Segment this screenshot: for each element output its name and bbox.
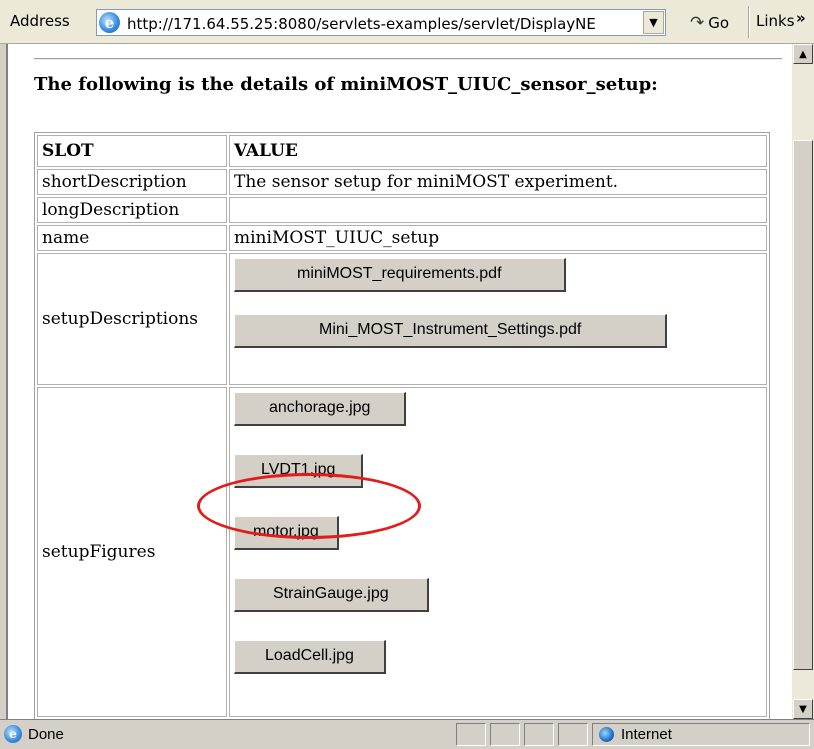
status-pane xyxy=(456,723,486,746)
address-url[interactable]: http://171.64.55.25:8080/servlets-exampl… xyxy=(127,15,627,33)
anchorage-jpg-button[interactable]: anchorage.jpg xyxy=(234,392,407,426)
zone-pane: Internet xyxy=(592,723,810,746)
go-label: Go xyxy=(708,13,730,32)
value-cell: The sensor setup for miniMOST experiment… xyxy=(229,169,767,195)
value-cell: miniMOST_requirements.pdf Mini_MOST_Inst… xyxy=(229,253,767,385)
ie-page-icon: e xyxy=(99,12,120,33)
status-pane xyxy=(558,723,588,746)
toolbar-separator xyxy=(748,6,750,38)
value-cell xyxy=(229,197,767,223)
scroll-down-icon[interactable]: ▼ xyxy=(793,699,813,719)
requirements-pdf-button[interactable]: miniMOST_requirements.pdf xyxy=(234,258,566,292)
table-row: setupDescriptions miniMOST_requirements.… xyxy=(37,253,767,385)
status-pane xyxy=(490,723,520,746)
table-row: name miniMOST_UIUC_setup xyxy=(37,225,767,251)
page-heading: The following is the details of miniMOST… xyxy=(34,74,658,95)
globe-icon xyxy=(599,727,614,742)
details-table: SLOT VALUE shortDescription The sensor s… xyxy=(34,132,770,719)
chevron-down-icon[interactable]: ▼ xyxy=(643,11,664,34)
status-pane xyxy=(524,723,554,746)
vertical-scrollbar[interactable]: ▲ ▼ xyxy=(792,44,814,719)
links-chevron-icon[interactable]: » xyxy=(796,9,806,27)
go-arrow-icon: ↷ xyxy=(690,12,705,33)
scroll-up-icon[interactable]: ▲ xyxy=(793,44,813,64)
table-header-row: SLOT VALUE xyxy=(37,135,767,167)
page-content: The following is the details of miniMOST… xyxy=(6,44,792,719)
slot-cell: setupDescriptions xyxy=(37,253,227,385)
zone-text: Internet xyxy=(621,726,672,743)
slot-header: SLOT xyxy=(37,135,227,167)
table-row: shortDescription The sensor setup for mi… xyxy=(37,169,767,195)
table-row: setupFigures anchorage.jpg LVDT1.jpg mot… xyxy=(37,387,767,717)
ie-page-icon: e xyxy=(4,725,22,743)
table-row: longDescription xyxy=(37,197,767,223)
browser-viewport: The following is the details of miniMOST… xyxy=(0,44,814,719)
horizontal-rule xyxy=(34,58,782,60)
slot-cell: shortDescription xyxy=(37,169,227,195)
value-header: VALUE xyxy=(229,135,767,167)
address-label: Address xyxy=(10,12,70,30)
address-input[interactable]: e http://171.64.55.25:8080/servlets-exam… xyxy=(96,9,666,36)
slot-cell: name xyxy=(37,225,227,251)
slot-cell: setupFigures xyxy=(37,387,227,717)
highlight-circle xyxy=(197,473,421,539)
instrument-settings-pdf-button[interactable]: Mini_MOST_Instrument_Settings.pdf xyxy=(234,314,668,348)
value-cell: anchorage.jpg LVDT1.jpg motor.jpg Strain… xyxy=(229,387,767,717)
value-cell: miniMOST_UIUC_setup xyxy=(229,225,767,251)
straingauge-jpg-button[interactable]: StrainGauge.jpg xyxy=(234,578,429,612)
go-button[interactable]: ↷ Go xyxy=(680,9,744,36)
links-button[interactable]: Links xyxy=(756,12,795,30)
address-bar: Address e http://171.64.55.25:8080/servl… xyxy=(0,0,814,44)
status-bar: e Done Internet xyxy=(0,719,814,749)
loadcell-jpg-button[interactable]: LoadCell.jpg xyxy=(234,640,386,674)
slot-cell: longDescription xyxy=(37,197,227,223)
scrollbar-thumb[interactable] xyxy=(793,140,813,670)
status-text: Done xyxy=(28,726,64,743)
